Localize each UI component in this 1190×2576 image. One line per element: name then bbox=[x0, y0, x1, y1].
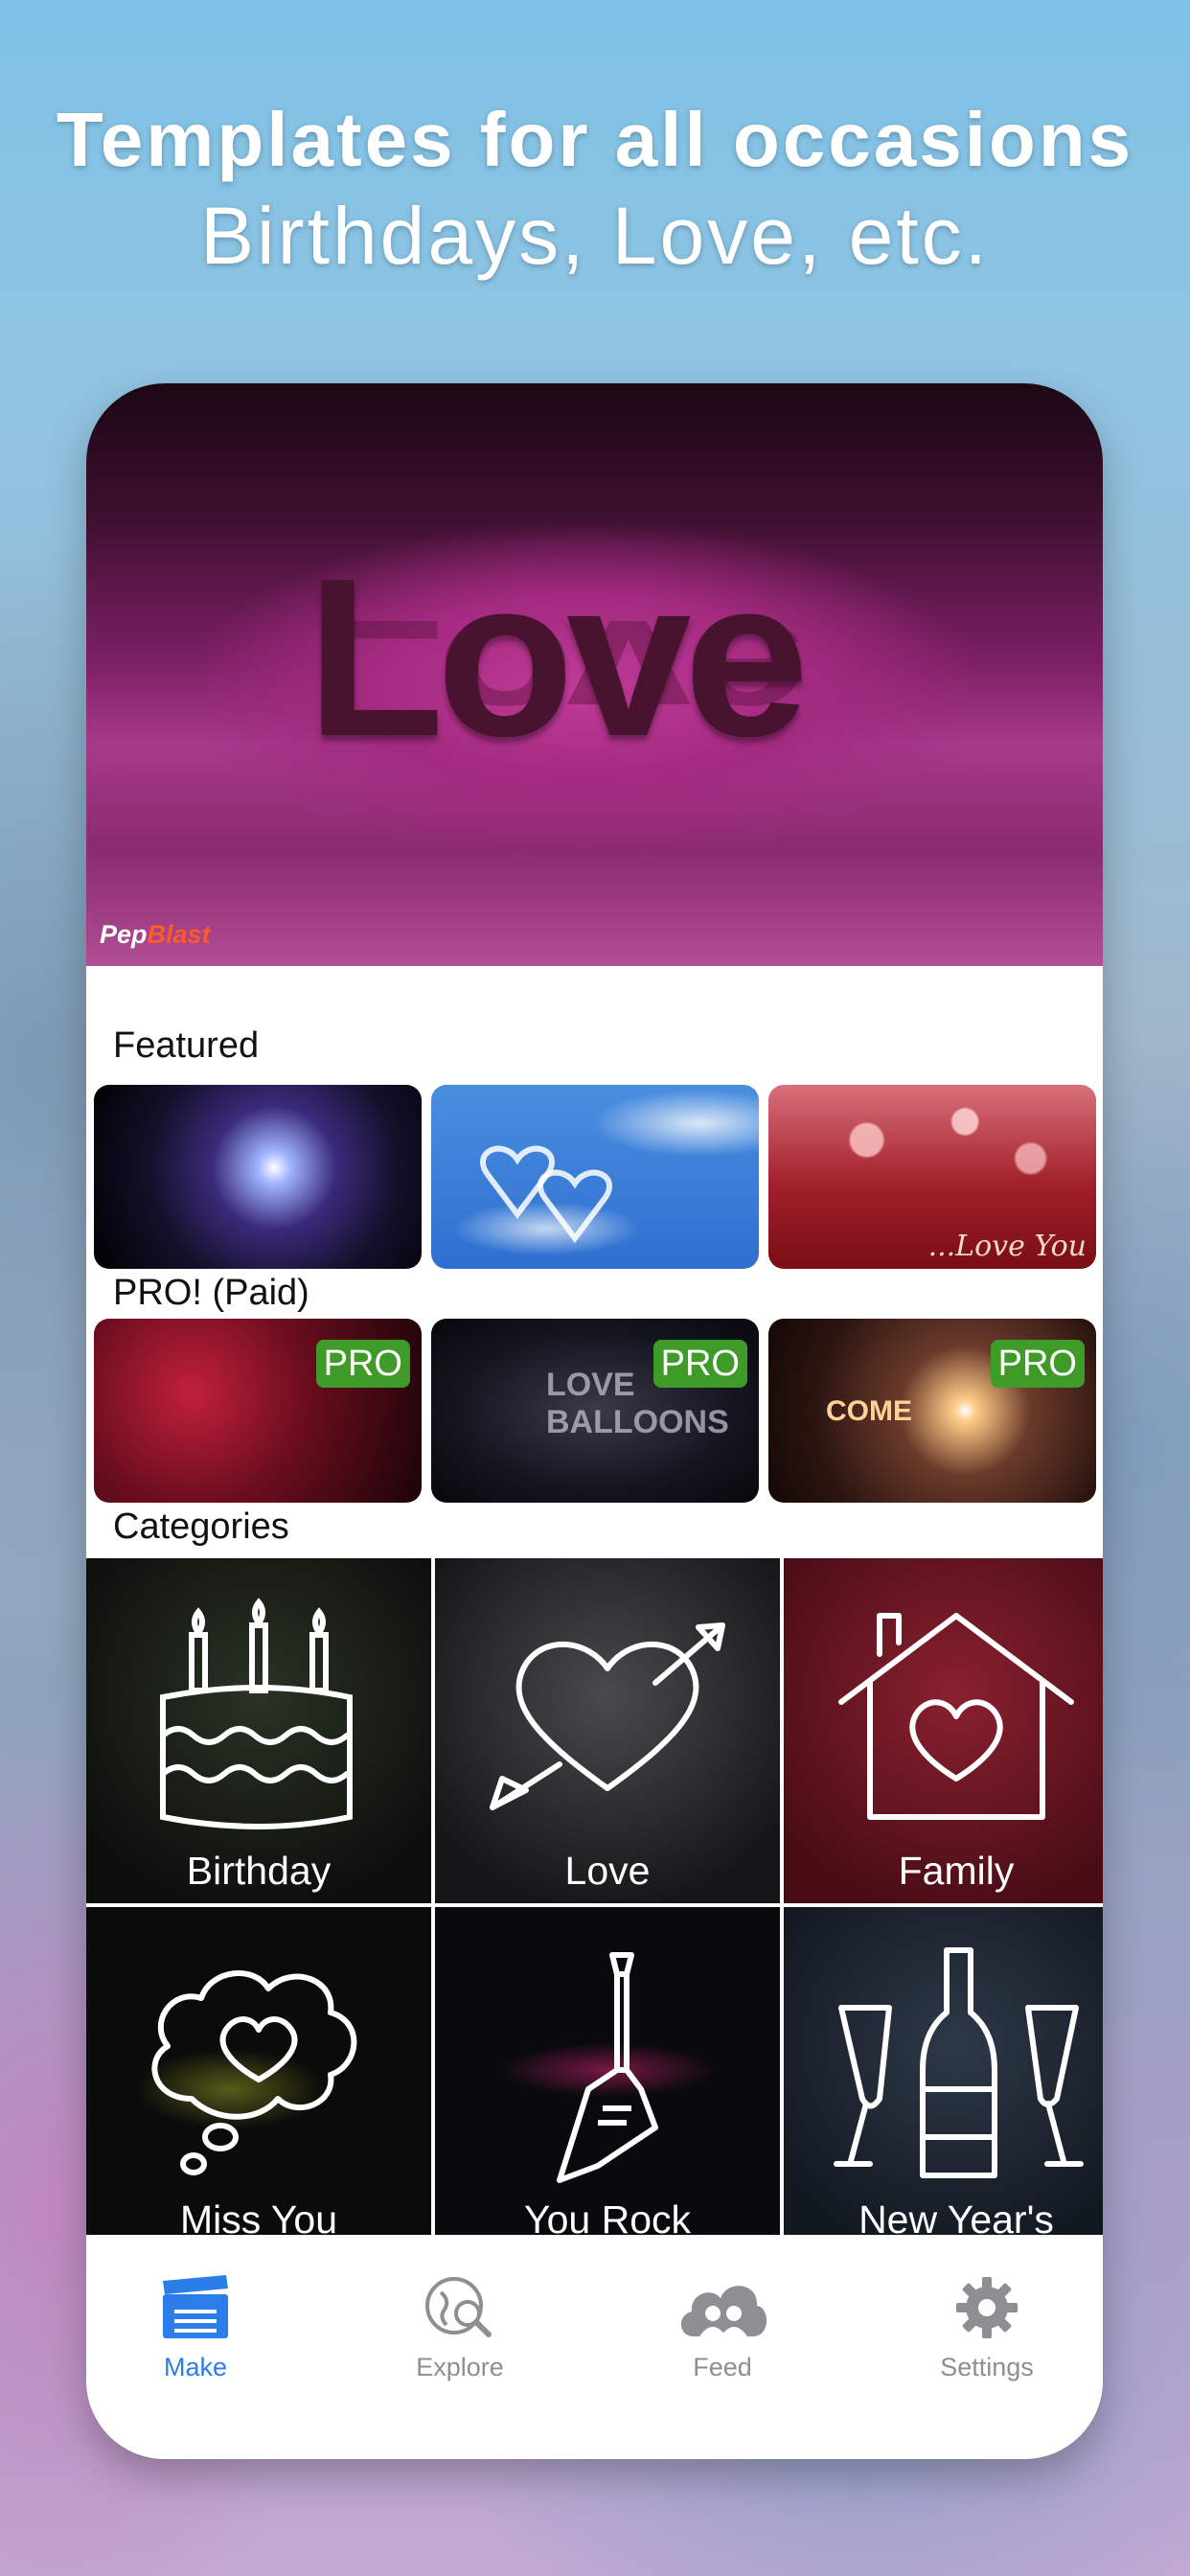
categories-label: Categories bbox=[113, 1506, 289, 1547]
tab-make[interactable]: Make bbox=[100, 2273, 291, 2382]
category-label: Love bbox=[564, 1849, 651, 1893]
clapperboard-icon bbox=[163, 2275, 228, 2338]
come-caption: COME bbox=[826, 1395, 912, 1427]
cloud-people-icon bbox=[680, 2286, 767, 2336]
pro-badge: PRO bbox=[652, 1340, 747, 1388]
pro-thumb-1[interactable]: PRO bbox=[94, 1319, 422, 1503]
headline-title: Templates for all occasions bbox=[56, 97, 1134, 182]
category-label: Family bbox=[898, 1849, 1015, 1893]
category-miss-you[interactable]: Miss You bbox=[86, 1907, 431, 2252]
phone-screen: Love Love PepBlast Featured ...Love You … bbox=[86, 383, 1103, 2459]
gear-icon bbox=[956, 2277, 1018, 2338]
category-label: Birthday bbox=[186, 1849, 332, 1893]
tab-settings-label: Settings bbox=[940, 2353, 1034, 2381]
tab-make-label: Make bbox=[163, 2353, 228, 2381]
globe-search-icon bbox=[425, 2277, 492, 2337]
category-new-years[interactable]: New Year's bbox=[784, 1907, 1103, 2252]
pro-label: PRO! (Paid) bbox=[113, 1273, 309, 1313]
category-family[interactable]: Family bbox=[784, 1558, 1103, 1903]
featured-thumb-2[interactable] bbox=[431, 1085, 759, 1269]
headline-subtitle: Birthdays, Love, etc. bbox=[199, 191, 991, 281]
tab-bar: Make Explore Feed Settings bbox=[86, 2235, 1103, 2459]
featured-thumb-3[interactable]: ...Love You bbox=[768, 1085, 1096, 1269]
featured-label: Featured bbox=[113, 1025, 260, 1066]
hero-word: Love bbox=[307, 531, 809, 783]
category-you-rock[interactable]: You Rock bbox=[435, 1907, 780, 2252]
tab-explore-label: Explore bbox=[416, 2353, 504, 2381]
pro-badge: PRO bbox=[315, 1340, 410, 1388]
tab-feed[interactable]: Feed bbox=[627, 2273, 818, 2382]
pro-thumb-2[interactable]: LOVE BALLOONS PRO bbox=[431, 1319, 759, 1503]
category-birthday[interactable]: Birthday bbox=[86, 1558, 431, 1903]
tab-explore[interactable]: Explore bbox=[364, 2273, 556, 2382]
category-love[interactable]: Love bbox=[435, 1558, 780, 1903]
tab-settings[interactable]: Settings bbox=[891, 2273, 1083, 2382]
hero-preview[interactable]: Love Love PepBlast bbox=[86, 383, 1103, 966]
featured-thumb-1[interactable] bbox=[94, 1085, 422, 1269]
pro-thumb-3[interactable]: COME PRO bbox=[768, 1319, 1096, 1503]
tab-feed-label: Feed bbox=[693, 2353, 752, 2381]
pepblast-logo: PepBlast bbox=[100, 920, 211, 949]
love-you-caption: ...Love You bbox=[927, 1230, 1087, 1263]
cloud-hearts-icon bbox=[480, 1145, 612, 1243]
pro-badge: PRO bbox=[990, 1340, 1085, 1388]
